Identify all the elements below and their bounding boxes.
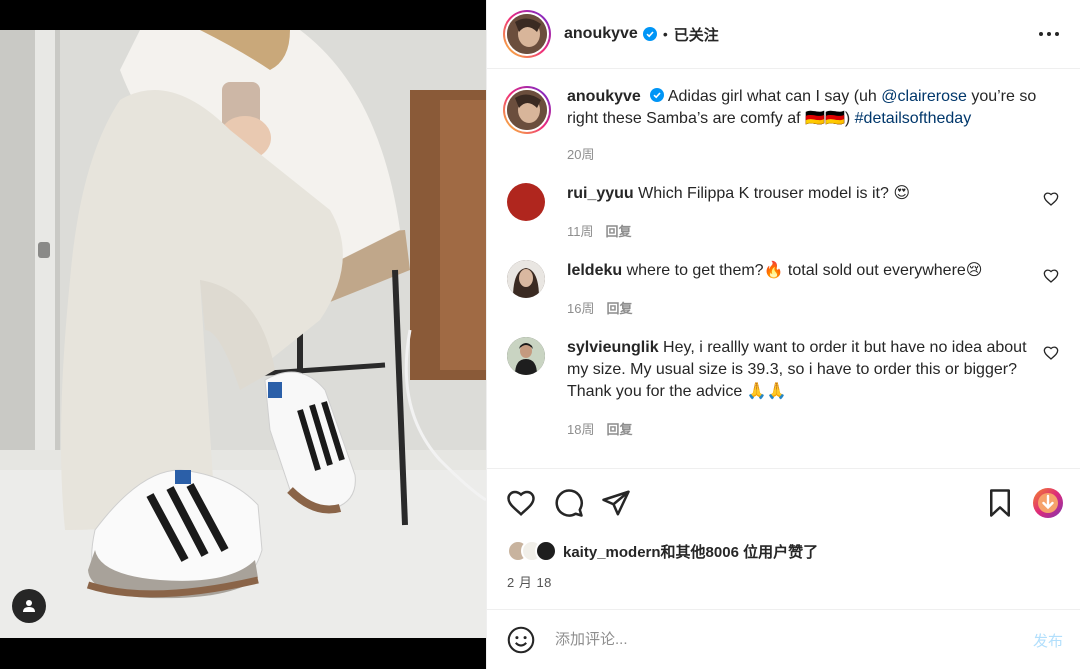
likes-summary[interactable]: kaity_modern和其他8006 位用户赞了: [507, 540, 818, 562]
share-paper-plane-icon[interactable]: [601, 488, 631, 518]
comment-input[interactable]: [555, 631, 1005, 648]
photo-illustration: [0, 30, 486, 638]
post-comment-button[interactable]: 发布: [1033, 630, 1063, 651]
commenter-username[interactable]: rui_yyuu: [567, 185, 634, 202]
comment-bubble-icon[interactable]: [554, 488, 584, 518]
commenter-username[interactable]: sylvieunglik: [567, 339, 659, 356]
post-media[interactable]: [0, 0, 486, 669]
verified-badge-icon: [642, 27, 657, 41]
caption-avatar-image: [507, 90, 547, 130]
comment-timestamp[interactable]: 11周: [567, 224, 594, 239]
separator-dot: •: [662, 26, 668, 42]
heart-icon[interactable]: [1043, 268, 1059, 284]
comment-item: leldeku where to get them?🔥 total sold o…: [503, 260, 1065, 317]
post-detail-panel: anoukyve • 已关注 anoukyve Adidas girl what…: [486, 0, 1080, 669]
verified-badge-icon: [650, 88, 665, 102]
top-liker-username[interactable]: kaity_modern: [563, 544, 661, 561]
author-avatar-image: [507, 14, 547, 54]
caption-username[interactable]: anoukyve: [567, 88, 641, 105]
post-photo[interactable]: [0, 30, 486, 638]
post-caption: anoukyve Adidas girl what can I say (uh …: [503, 86, 1065, 163]
post-header: anoukyve • 已关注: [487, 0, 1080, 69]
comments-list[interactable]: anoukyve Adidas girl what can I say (uh …: [487, 70, 1080, 468]
following-button[interactable]: 已关注: [674, 24, 719, 45]
author-username[interactable]: anoukyve: [564, 25, 638, 43]
heart-icon[interactable]: [1043, 345, 1059, 361]
more-dots-icon: [1039, 32, 1059, 36]
comment-text: Which Filippa K trouser model is it? 😍: [638, 185, 911, 202]
liker-avatar: [535, 540, 557, 562]
caption-text-part: Adidas girl what can I say (uh: [667, 88, 882, 105]
commenter-avatar[interactable]: [507, 183, 545, 221]
heart-icon[interactable]: [1043, 191, 1059, 207]
caption-author-avatar[interactable]: [503, 86, 551, 134]
caption-timestamp[interactable]: 20周: [567, 144, 1037, 163]
comment-timestamp[interactable]: 16周: [567, 301, 594, 316]
like-heart-icon[interactable]: [506, 488, 536, 518]
save-bookmark-icon[interactable]: [985, 488, 1015, 518]
reply-button[interactable]: 回复: [606, 301, 632, 316]
more-options-button[interactable]: [1037, 22, 1061, 46]
reply-button[interactable]: 回复: [606, 422, 632, 437]
add-comment-bar: 发布: [487, 609, 1080, 669]
reply-button[interactable]: 回复: [606, 224, 632, 239]
tagged-users-button[interactable]: [12, 589, 46, 623]
comment-item: sylvieunglik Hey, i reallly want to orde…: [503, 337, 1065, 438]
commenter-avatar[interactable]: [507, 260, 545, 298]
caption-mention-link[interactable]: @clairerose: [881, 88, 967, 105]
commenter-username[interactable]: leldeku: [567, 262, 622, 279]
comment-item: rui_yyuu Which Filippa K trouser model i…: [503, 183, 1065, 240]
comment-text: where to get them?🔥 total sold out every…: [626, 262, 983, 279]
caption-hashtag-link[interactable]: #detailsoftheday: [855, 110, 972, 127]
likes-count-text[interactable]: 和其他8006 位用户赞了: [661, 544, 819, 561]
comment-timestamp[interactable]: 18周: [567, 422, 594, 437]
emoji-icon[interactable]: [507, 626, 535, 654]
download-extension-icon[interactable]: [1033, 488, 1063, 518]
post-actions-bar: [487, 468, 1080, 548]
commenter-avatar[interactable]: [507, 337, 545, 375]
author-avatar[interactable]: [503, 10, 551, 58]
commenter-avatar-image: [507, 260, 545, 298]
commenter-avatar-image: [507, 337, 545, 375]
user-icon: [23, 600, 35, 612]
post-date[interactable]: 2 月 18: [507, 572, 552, 591]
